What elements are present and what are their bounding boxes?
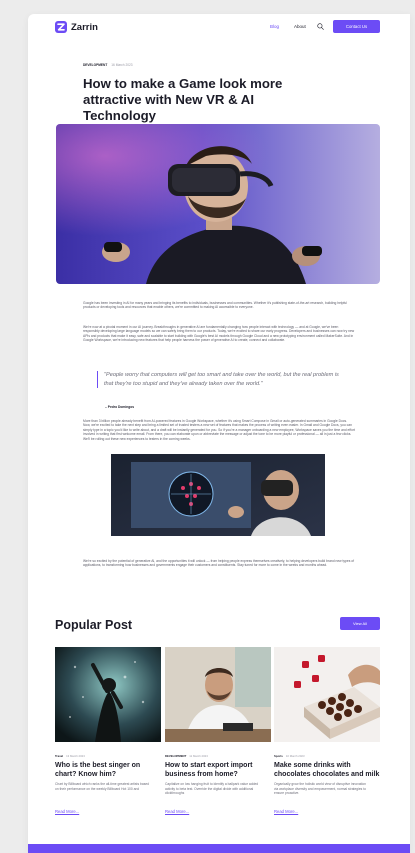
footer-bar xyxy=(28,844,410,853)
post-date: 13 March 2023 xyxy=(66,754,85,758)
post-meta: Travel 13 March 2023 xyxy=(55,754,85,758)
post-title[interactable]: Who is the best singer on chart? Know hi… xyxy=(55,761,161,779)
article-paragraph-2: We're now at a pivotal moment in our AI … xyxy=(83,325,355,343)
nav-about-link[interactable]: About xyxy=(294,24,306,29)
site-header: Zarrin Blog About Contact Us xyxy=(28,14,410,40)
article-date: 16 March 2023 xyxy=(111,63,133,67)
vr-interaction-illustration xyxy=(111,454,325,536)
singer-illustration xyxy=(55,647,161,742)
post-excerpt: Organically grow the holistic world view… xyxy=(274,782,366,796)
contact-us-button[interactable]: Contact Us xyxy=(333,20,380,33)
businessman-illustration xyxy=(165,647,271,742)
article-paragraph-3: More than 3 billion people already benef… xyxy=(83,419,355,441)
post-date: 10 March 2023 xyxy=(285,754,305,758)
post-card[interactable]: DEVELOPMENT 11 March 2023 How to start e… xyxy=(165,647,271,822)
post-card[interactable]: Sports 10 March 2023 Make some drinks wi… xyxy=(274,647,380,822)
article-category: DEVELOPMENT xyxy=(83,63,108,67)
post-image xyxy=(55,647,161,742)
popular-post-heading: Popular Post xyxy=(55,618,133,632)
post-meta: Sports 10 March 2023 xyxy=(274,754,305,758)
search-icon[interactable] xyxy=(317,23,324,30)
quote-text: "People worry that computers will get to… xyxy=(104,372,339,387)
post-title[interactable]: Make some drinks with chocolates chocola… xyxy=(274,761,380,779)
article-meta: DEVELOPMENT 16 March 2023 xyxy=(83,63,133,67)
view-all-button[interactable]: View All xyxy=(340,617,380,630)
article-paragraph-1: Google has been investing in AI for many… xyxy=(83,301,347,310)
page-container: Zarrin Blog About Contact Us DEVELOPMENT… xyxy=(28,14,410,853)
post-image xyxy=(165,647,271,742)
post-category: DEVELOPMENT xyxy=(165,754,187,758)
article-paragraph-4: We're so excited by the potential of gen… xyxy=(83,559,355,568)
quote-author: – Pedro Domingos xyxy=(105,405,135,409)
logo[interactable]: Zarrin xyxy=(55,21,98,33)
post-category: Travel xyxy=(55,754,64,758)
read-more-link[interactable]: Read More... xyxy=(274,809,298,814)
post-image xyxy=(274,647,380,742)
post-excerpt: Capitalize on low hanging fruit to ident… xyxy=(165,782,259,796)
read-more-link[interactable]: Read More... xyxy=(165,809,189,814)
post-date: 11 March 2023 xyxy=(189,754,208,758)
article-title: How to make a Game look more attractive … xyxy=(83,76,283,123)
zarrin-logo-icon xyxy=(55,21,67,33)
brand-name: Zarrin xyxy=(71,21,98,33)
article-quote: "People worry that computers will get to… xyxy=(97,371,347,388)
vr-headset-illustration xyxy=(56,124,380,284)
inline-vr-image xyxy=(111,454,325,536)
post-card[interactable]: Travel 13 March 2023 Who is the best sin… xyxy=(55,647,161,822)
post-excerpt: Chart by Billboard which ranks the all-t… xyxy=(55,782,150,791)
post-category: Sports xyxy=(274,754,283,758)
read-more-link[interactable]: Read More... xyxy=(55,809,79,814)
post-meta: DEVELOPMENT 11 March 2023 xyxy=(165,754,208,758)
chocolates-illustration xyxy=(274,647,380,742)
nav-blog-link[interactable]: Blog xyxy=(270,24,279,29)
post-title[interactable]: How to start export import business from… xyxy=(165,761,271,779)
hero-image xyxy=(56,124,380,284)
